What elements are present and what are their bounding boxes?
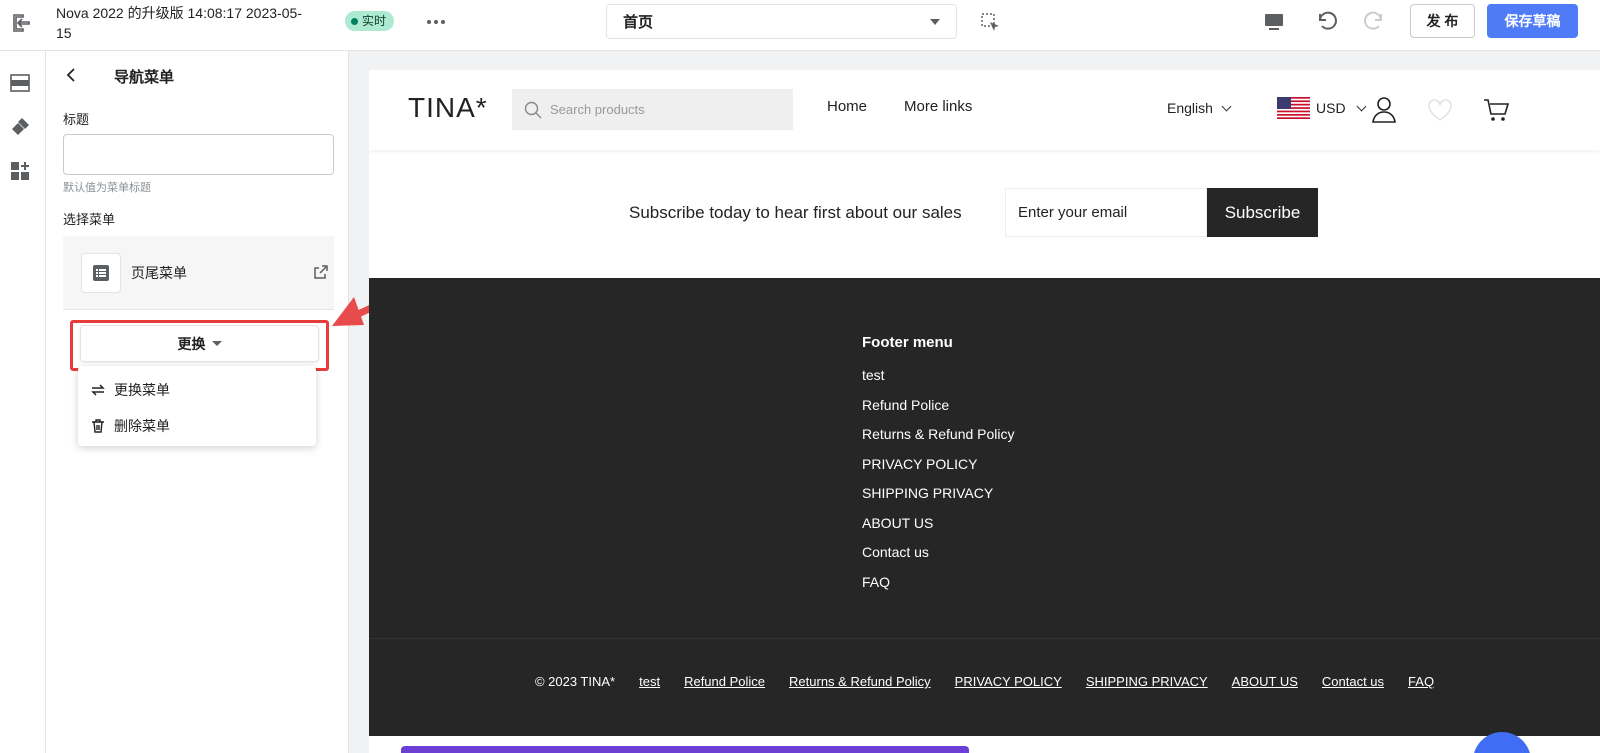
top-bar: Nova 2022 的升级版 14:08:17 2023-05-15 实时 首页… <box>0 0 1600 51</box>
search-placeholder: Search products <box>550 102 645 117</box>
promo-banner-edge <box>401 746 969 753</box>
copyright-text: © 2023 TINA* <box>534 674 616 689</box>
store-search-input[interactable]: Search products <box>512 89 793 130</box>
store-preview: TINA* Search products Home More links En… <box>369 70 1600 753</box>
footer-link-returns-refund-policy[interactable]: Returns & Refund Policy <box>862 425 1015 455</box>
bottom-link-about-us[interactable]: ABOUT US <box>1232 674 1298 689</box>
page-select-value: 首页 <box>623 14 654 31</box>
title-field-label: 标题 <box>63 112 90 127</box>
footer-divider <box>369 638 1600 639</box>
panel-title: 导航菜单 <box>114 69 175 86</box>
menu-actions-dropdown: 更换菜单 删除菜单 <box>78 366 316 446</box>
dropdown-item-label: 更换菜单 <box>114 382 170 398</box>
footer-bottom-bar: © 2023 TINA* test Refund Police Returns … <box>369 674 1600 689</box>
change-menu-label: 更换 <box>177 335 206 352</box>
language-select[interactable]: English <box>1167 100 1232 116</box>
newsletter-section: Subscribe today to hear first about our … <box>369 150 1600 278</box>
footer-link-test[interactable]: test <box>862 366 1015 396</box>
document-title: Nova 2022 的升级版 14:08:17 2023-05-15 <box>56 5 302 41</box>
selected-menu-card: 页尾菜单 <box>63 236 334 310</box>
bottom-link-test[interactable]: test <box>639 674 660 689</box>
bottom-link-privacy-policy[interactable]: PRIVACY POLICY <box>955 674 1062 689</box>
currency-value: USD <box>1316 100 1346 116</box>
exit-icon[interactable] <box>10 11 34 35</box>
caret-down-icon <box>211 341 222 346</box>
language-value: English <box>1167 100 1213 116</box>
nav-link-more-links[interactable]: More links <box>904 98 972 115</box>
dropdown-item-delete-menu[interactable]: 删除菜单 <box>78 408 316 444</box>
redo-icon[interactable] <box>1362 8 1388 34</box>
live-status-badge: 实时 <box>345 11 395 31</box>
more-options-icon[interactable] <box>424 10 448 34</box>
dropdown-item-label: 删除菜单 <box>114 418 170 434</box>
live-dot-icon <box>351 17 358 25</box>
sections-icon[interactable] <box>8 71 32 95</box>
live-label: 实时 <box>362 14 387 28</box>
title-hint: 默认值为菜单标题 <box>63 182 151 194</box>
caret-down-icon <box>930 18 940 25</box>
change-menu-button[interactable]: 更换 <box>80 325 319 362</box>
footer-link-refund-police[interactable]: Refund Police <box>862 396 1015 426</box>
newsletter-text: Subscribe today to hear first about our … <box>629 203 962 222</box>
footer-link-about-us[interactable]: ABOUT US <box>862 514 1015 544</box>
footer-link-shipping-privacy[interactable]: SHIPPING PRIVACY <box>862 484 1015 514</box>
bottom-link-faq[interactable]: FAQ <box>1408 674 1434 689</box>
footer-menu-heading: Footer menu <box>862 334 953 351</box>
bottom-link-shipping-privacy[interactable]: SHIPPING PRIVACY <box>1086 674 1208 689</box>
save-draft-button[interactable]: 保存草稿 <box>1487 4 1578 38</box>
footer-link-faq[interactable]: FAQ <box>862 573 1015 603</box>
cart-icon[interactable] <box>1481 95 1511 125</box>
wishlist-heart-icon[interactable] <box>1425 95 1455 125</box>
store-header: TINA* Search products Home More links En… <box>369 70 1600 150</box>
apps-icon[interactable] <box>8 159 32 183</box>
menu-list-icon <box>81 253 121 293</box>
bottom-link-contact-us[interactable]: Contact us <box>1322 674 1384 689</box>
subscribe-button[interactable]: Subscribe <box>1207 188 1318 237</box>
store-footer: Footer menu test Refund Police Returns &… <box>369 278 1600 736</box>
title-input[interactable] <box>63 134 334 175</box>
publish-button[interactable]: 发 布 <box>1410 4 1475 38</box>
nav-link-home[interactable]: Home <box>827 98 867 115</box>
account-icon[interactable] <box>1369 95 1399 125</box>
select-element-icon[interactable] <box>980 12 1002 34</box>
swap-icon <box>91 384 105 396</box>
undo-icon[interactable] <box>1313 8 1339 34</box>
dropdown-item-swap-menu[interactable]: 更换菜单 <box>78 372 316 408</box>
footer-menu-list: test Refund Police Returns & Refund Poli… <box>862 366 1015 602</box>
search-icon <box>524 101 542 118</box>
trash-icon <box>92 419 104 433</box>
chevron-down-icon <box>1221 101 1232 111</box>
us-flag-icon <box>1277 97 1310 119</box>
external-link-icon[interactable] <box>313 264 329 280</box>
bottom-link-refund-police[interactable]: Refund Police <box>684 674 765 689</box>
footer-link-privacy-policy[interactable]: PRIVACY POLICY <box>862 455 1015 485</box>
desktop-view-icon[interactable] <box>1262 10 1286 34</box>
chevron-down-icon <box>1356 101 1367 111</box>
bottom-link-returns-refund-policy[interactable]: Returns & Refund Policy <box>789 674 931 689</box>
store-logo[interactable]: TINA* <box>408 92 488 124</box>
currency-select[interactable]: USD <box>1277 97 1367 119</box>
settings-panel: 导航菜单 标题 默认值为菜单标题 选择菜单 页尾菜单 更换 更换菜单 删除菜单 <box>46 51 349 753</box>
select-menu-label: 选择菜单 <box>63 212 116 227</box>
theme-style-icon[interactable] <box>8 115 32 139</box>
left-rail <box>0 51 46 753</box>
newsletter-email-input[interactable]: Enter your email <box>1005 188 1207 237</box>
selected-menu-name: 页尾菜单 <box>131 265 187 281</box>
back-icon[interactable] <box>62 65 82 85</box>
footer-link-contact-us[interactable]: Contact us <box>862 543 1015 573</box>
page-select[interactable]: 首页 <box>606 4 957 39</box>
